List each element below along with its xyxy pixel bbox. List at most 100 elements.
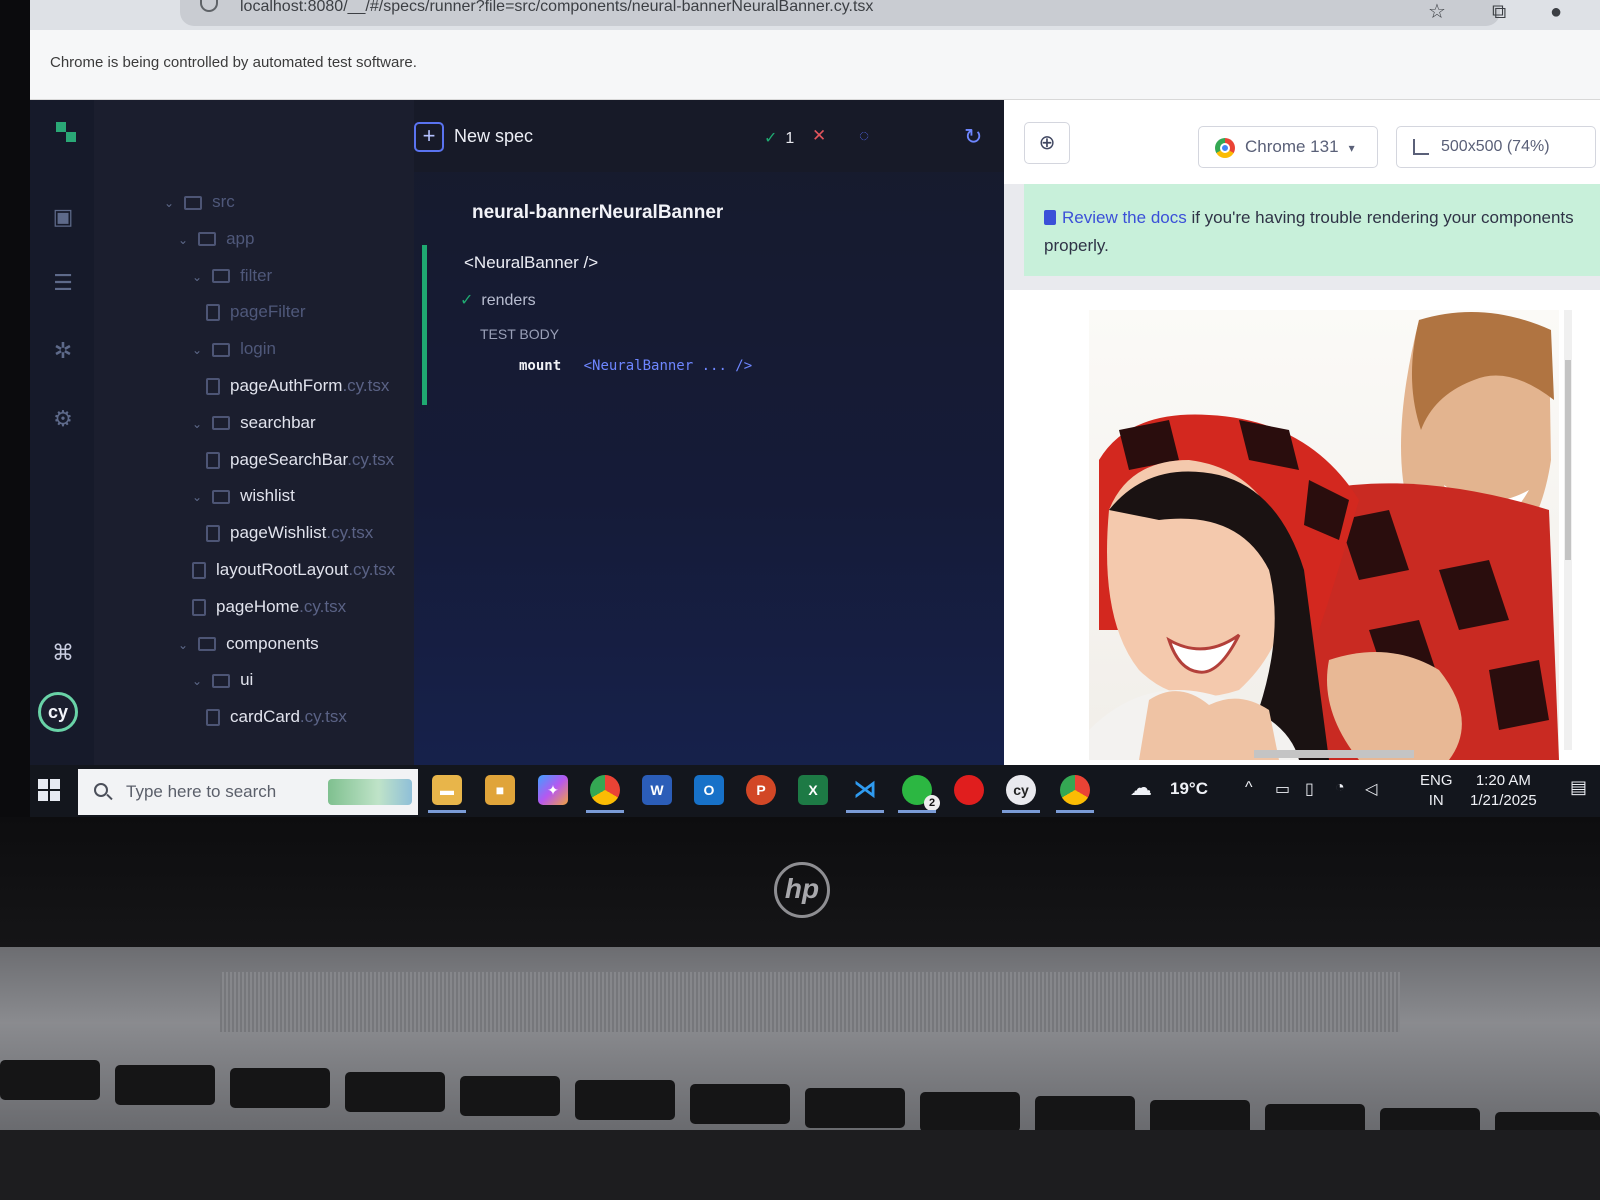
- weather-icon[interactable]: ☁: [1130, 775, 1152, 801]
- tree-item-label: pageSearchBar: [230, 449, 348, 469]
- file-icon: [206, 304, 220, 322]
- clock[interactable]: 1:20 AM 1/21/2025: [1470, 771, 1537, 811]
- tree-folder[interactable]: ⌄ login: [192, 337, 276, 361]
- tree-item-label: src: [212, 192, 235, 211]
- profile-icon[interactable]: ●: [1550, 2, 1562, 22]
- selector-playground-icon[interactable]: ⊕: [1024, 122, 1070, 164]
- file-explorer-icon[interactable]: ▬: [428, 775, 466, 813]
- specs-nav-icon[interactable]: ▣: [50, 204, 76, 230]
- whatsapp-icon[interactable]: 2: [898, 775, 940, 813]
- suite-title[interactable]: <NeuralBanner />: [464, 253, 598, 273]
- tree-file[interactable]: pageFilter: [206, 300, 306, 324]
- aut-panel: ⊕ Chrome 131 ▾ 500x500 (74%) Review the d…: [1004, 100, 1600, 765]
- browser-selector[interactable]: Chrome 131 ▾: [1198, 126, 1378, 168]
- file-icon: [206, 709, 220, 727]
- command-arg: <NeuralBanner ... />: [583, 358, 753, 374]
- key: [230, 1068, 330, 1108]
- chevron-down-icon[interactable]: ⌄: [192, 343, 202, 357]
- tree-item-label: wishlist: [240, 486, 295, 506]
- tree-item-extension: .cy.tsx: [347, 449, 395, 469]
- rerun-button[interactable]: ↻: [964, 124, 982, 150]
- wifi-icon[interactable]: ◔: [1335, 779, 1345, 797]
- tree-folder[interactable]: ⌄ app: [178, 227, 254, 251]
- tree-item-extension: .cy.tsx: [348, 560, 396, 579]
- taskbar-search[interactable]: Type here to search: [78, 769, 418, 815]
- tree-item-label: app: [226, 228, 255, 248]
- tree-file[interactable]: cardCard.cy.tsx: [206, 705, 347, 729]
- command-log-row[interactable]: mount <NeuralBanner ... />: [519, 358, 752, 374]
- test-item[interactable]: ✓ renders: [460, 290, 536, 310]
- chevron-up-icon[interactable]: ^: [1245, 779, 1253, 797]
- component-preview-frame[interactable]: [1004, 290, 1600, 765]
- chevron-down-icon[interactable]: ⌄: [192, 490, 202, 504]
- settings-nav-icon[interactable]: ⚙: [50, 406, 76, 432]
- tree-file[interactable]: layoutRootLayout.cy.tsx: [192, 558, 395, 582]
- new-spec-label[interactable]: New spec: [454, 126, 533, 147]
- chevron-down-icon[interactable]: ⌄: [178, 638, 188, 652]
- extensions-icon[interactable]: ⧉: [1492, 2, 1506, 22]
- cypress-taskbar-icon[interactable]: cy: [1002, 775, 1040, 813]
- bookmark-star-icon[interactable]: ☆: [1428, 2, 1446, 22]
- cypress-logo-icon[interactable]: [56, 122, 78, 144]
- tree-file[interactable]: pageAuthForm.cy.tsx: [206, 374, 389, 398]
- preview-horizontal-scrollbar[interactable]: [1254, 750, 1414, 758]
- windows-start-icon[interactable]: [38, 779, 60, 801]
- volume-icon[interactable]: ◁: [1365, 779, 1377, 799]
- couple-image: [1089, 312, 1559, 760]
- chevron-down-icon[interactable]: ⌄: [178, 233, 188, 247]
- cypress-cy-badge-icon[interactable]: cy: [38, 692, 78, 732]
- new-spec-plus-button[interactable]: +: [414, 122, 444, 152]
- debug-nav-icon[interactable]: ✲: [50, 338, 76, 364]
- viewport-indicator[interactable]: 500x500 (74%): [1396, 126, 1596, 168]
- device-icon[interactable]: ▯: [1305, 779, 1314, 799]
- notification-icon[interactable]: ▤: [1570, 777, 1587, 798]
- runs-nav-icon[interactable]: ☰: [50, 270, 76, 296]
- tree-folder[interactable]: ⌄ filter: [192, 264, 272, 288]
- site-info-icon[interactable]: [200, 0, 218, 12]
- tree-file[interactable]: pageWishlist.cy.tsx: [206, 521, 373, 545]
- tree-folder[interactable]: ⌄ ui: [192, 668, 253, 692]
- chrome-browser-icon: [1215, 138, 1235, 158]
- key: [920, 1092, 1020, 1132]
- vscode-icon[interactable]: ⋊: [846, 775, 884, 813]
- spec-file-tree: ⌄ src ⌄ app ⌄ filter pageFilter ⌄ login pageAuthF…: [94, 100, 484, 765]
- weather-temp[interactable]: 19°C: [1170, 779, 1208, 799]
- chevron-down-icon: ▾: [1348, 141, 1355, 155]
- spec-title: neural-bannerNeuralBanner: [472, 202, 724, 223]
- chevron-down-icon[interactable]: ⌄: [164, 196, 174, 210]
- tree-file[interactable]: pageSearchBar.cy.tsx: [206, 448, 394, 472]
- battery-icon[interactable]: ▭: [1275, 779, 1290, 799]
- url-text: localhost:8080/__/#/specs/runner?file=sr…: [240, 0, 874, 15]
- chevron-down-icon[interactable]: ⌄: [192, 270, 202, 284]
- excel-icon[interactable]: X: [798, 775, 828, 805]
- file-icon: [206, 451, 220, 469]
- tree-item-label: pageFilter: [230, 302, 306, 322]
- tree-folder[interactable]: ⌄ wishlist: [192, 484, 295, 508]
- preview-scrollbar[interactable]: [1564, 310, 1572, 750]
- keyboard-shortcuts-icon[interactable]: ⌘: [50, 640, 76, 666]
- pending-icon: ◌: [859, 126, 870, 145]
- tree-item-label: searchbar: [240, 412, 316, 432]
- tree-item-label: pageAuthForm: [230, 376, 343, 395]
- review-docs-link[interactable]: Review the docs: [1062, 208, 1187, 227]
- powerpoint-icon[interactable]: P: [746, 775, 776, 805]
- folder-icon: [212, 673, 231, 688]
- copilot-icon[interactable]: ✦: [538, 775, 568, 805]
- chrome-taskbar-icon-2[interactable]: [1056, 775, 1094, 813]
- chevron-down-icon[interactable]: ⌄: [192, 417, 202, 431]
- folder-icon: [184, 195, 203, 210]
- banner-photo: [1089, 310, 1559, 760]
- chevron-down-icon[interactable]: ⌄: [192, 674, 202, 688]
- key: [805, 1088, 905, 1128]
- chrome-taskbar-icon[interactable]: [586, 775, 624, 813]
- tree-file[interactable]: pageHome.cy.tsx: [192, 595, 346, 619]
- word-icon[interactable]: W: [642, 775, 672, 805]
- sticky-notes-icon[interactable]: ■: [485, 775, 515, 805]
- tree-folder[interactable]: ⌄ src: [164, 190, 235, 214]
- language-indicator[interactable]: ENG IN: [1420, 771, 1453, 811]
- tree-folder[interactable]: ⌄ components: [178, 632, 319, 656]
- record-icon[interactable]: [954, 775, 984, 805]
- tree-folder[interactable]: ⌄ searchbar: [192, 411, 316, 435]
- outlook-icon[interactable]: O: [694, 775, 724, 805]
- address-bar[interactable]: localhost:8080/__/#/specs/runner?file=sr…: [180, 0, 1500, 26]
